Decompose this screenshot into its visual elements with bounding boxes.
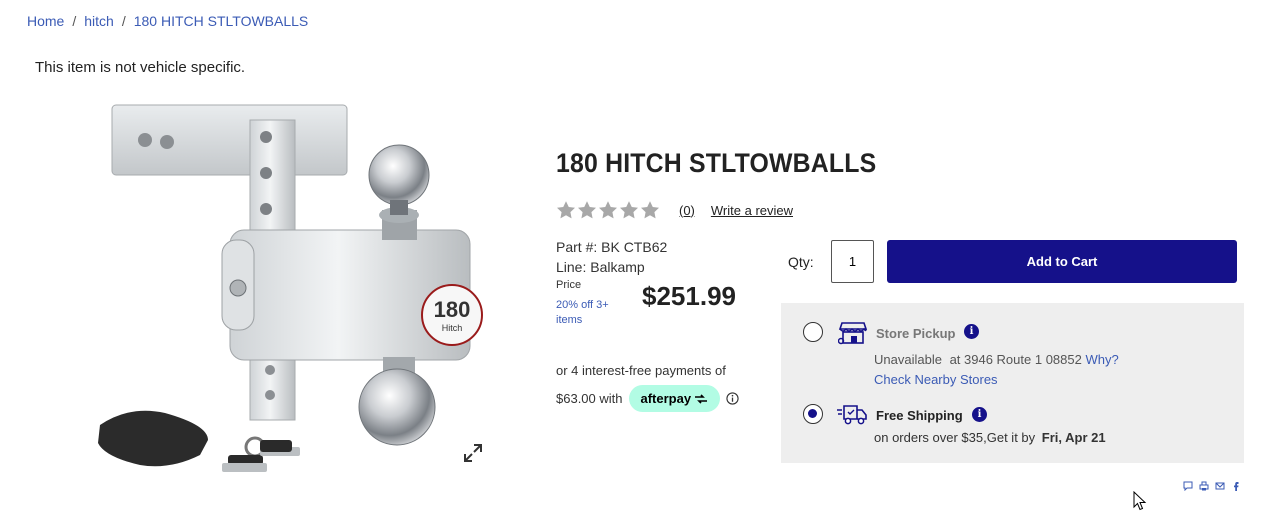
qty-input[interactable] [831,240,874,283]
star-icon [620,201,638,219]
price-discount[interactable]: 20% off 3+ items [556,298,626,328]
pickup-availability: Unavailable at 3946 Route 1 08852 Why? [874,352,1119,367]
rating-row: (0) Write a review [556,200,793,220]
facebook-icon[interactable] [1231,481,1241,491]
free-shipping-radio[interactable] [803,404,823,424]
product-line: Line: Balkamp [556,259,645,275]
product-title: 180 HITCH STLTOWBALLS [556,148,877,178]
part-number: Part #: BK CTB62 [556,239,668,255]
afterpay-text: or 4 interest-free payments of [556,363,726,378]
afterpay-amount: $63.00 with [556,391,623,406]
star-icon [599,201,617,219]
review-count-link[interactable]: (0) [679,203,695,218]
star-icon [578,201,596,219]
qty-label: Qty: [788,254,814,270]
breadcrumb: Home / hitch / 180 HITCH STLTOWBALLS [27,13,308,29]
add-to-cart-button[interactable]: Add to Cart [887,240,1237,283]
price-label: Price [556,279,582,291]
svg-text:Hitch: Hitch [442,323,463,333]
star-rating [556,200,660,220]
vehicle-note: This item is not vehicle specific. [35,59,246,76]
shipping-date: Fri, Apr 21 [1041,430,1106,445]
breadcrumb-home[interactable]: Home [27,13,64,29]
image-badge-180: 180 [434,297,471,322]
free-shipping-title: Free Shipping [876,408,963,423]
star-icon [557,201,575,219]
pickup-why-link[interactable]: Why? [1085,352,1118,367]
breadcrumb-separator: / [121,13,126,29]
store-pickup-title: Store Pickup [876,326,956,341]
mail-icon[interactable] [1215,481,1225,491]
breadcrumb-current[interactable]: 180 HITCH STLTOWBALLS [134,13,309,29]
afterpay-arrows-icon [695,393,708,404]
comment-icon[interactable] [1183,481,1193,491]
store-icon [838,322,868,345]
breadcrumb-hitch[interactable]: hitch [84,13,114,29]
part-info: Part #: BK CTB62 Line: Balkamp [556,237,667,277]
star-icon [641,201,659,219]
price-value: $251.99 [642,281,736,311]
afterpay-badge[interactable]: afterpay [628,385,721,412]
truck-icon [837,405,867,425]
breadcrumb-separator: / [72,13,77,29]
afterpay-row: $63.00 with afterpay [556,385,739,412]
fulfillment-panel: Store Pickup i Unavailable at 3946 Route… [781,303,1244,463]
afterpay-label: afterpay [640,391,692,406]
info-icon[interactable] [726,392,739,405]
store-pickup-radio[interactable] [803,322,823,342]
mouse-cursor-icon [1133,491,1147,511]
print-icon[interactable] [1199,481,1209,491]
expand-icon[interactable] [463,443,483,463]
pickup-status: Unavailable [874,352,942,367]
share-icons [1183,481,1241,491]
check-nearby-stores-link[interactable]: Check Nearby Stores [874,372,998,387]
write-review-link[interactable]: Write a review [711,203,793,218]
pickup-info-icon[interactable]: i [964,324,979,339]
product-image[interactable]: 180 Hitch [90,95,490,485]
shipping-info-icon[interactable]: i [972,407,987,422]
pickup-location: at 3946 Route 1 08852 [949,352,1082,367]
shipping-detail: on orders over $35,Get it by Fri, Apr 21 [874,430,1106,445]
shipping-detail-text: on orders over $35,Get it by [874,430,1036,445]
